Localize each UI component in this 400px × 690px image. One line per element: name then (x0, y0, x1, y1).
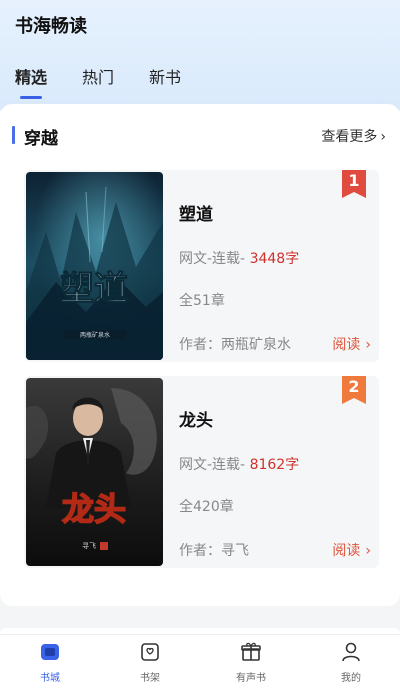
rank-number: 2 (348, 377, 360, 396)
read-label: 阅读 (332, 543, 361, 559)
bottom-nav: 书城 书架 有声书 我的 (0, 634, 400, 690)
chevron-right-icon: › (365, 543, 371, 559)
rank-number: 1 (348, 171, 360, 190)
book-word-count: 3448字 (249, 251, 300, 267)
book-category: 网文-连载- (179, 457, 246, 473)
book-card[interactable]: 龙头 寻飞 2 龙头 网文-连载- 8162字 全420章 作者：寻飞 阅读 › (24, 376, 379, 568)
book-chapters: 全51章 (179, 293, 225, 309)
tab-hot[interactable]: 热门 (82, 64, 114, 88)
read-button[interactable]: 阅读 › (332, 540, 371, 560)
view-more-label: 查看更多 (321, 129, 378, 145)
book-cover: 龙头 寻飞 (26, 378, 163, 566)
book-author: 作者：寻飞 (179, 543, 249, 559)
section-title: 穿越 (24, 129, 58, 149)
book-meta: 网文-连载- 8162字 (179, 454, 299, 474)
section-accent-bar (12, 126, 15, 144)
book-title: 塑道 (179, 205, 213, 225)
tab-new[interactable]: 新书 (149, 64, 181, 88)
chevron-right-icon: › (380, 129, 386, 145)
bookshelf-icon (139, 641, 161, 663)
nav-item-audiobook[interactable]: 有声书 (221, 641, 281, 684)
cover-author-text: 寻飞 (82, 542, 96, 550)
book-title: 龙头 (179, 411, 213, 431)
nav-label: 我的 (341, 673, 361, 684)
nav-label: 书架 (140, 673, 160, 684)
read-label: 阅读 (332, 337, 361, 353)
book-card[interactable]: 塑道 两瓶矿泉水 1 塑道 网文-连载- 3448字 全51章 作者：两瓶矿泉水… (24, 170, 379, 362)
section-card: 穿越 查看更多 › 塑道 两瓶矿泉水 1 塑道 网文-连载- 3448字 全51… (0, 104, 400, 606)
cover-title-text: 塑道 (60, 269, 128, 309)
nav-item-profile[interactable]: 我的 (321, 641, 381, 684)
chevron-right-icon: › (365, 337, 371, 353)
active-tab-indicator (20, 96, 42, 99)
app-title: 书海畅读 (15, 16, 87, 37)
nav-item-bookshelf[interactable]: 书架 (120, 641, 180, 684)
cover-author-text: 两瓶矿泉水 (80, 331, 110, 339)
tab-featured[interactable]: 精选 (15, 64, 47, 88)
view-more-link[interactable]: 查看更多 › (321, 126, 386, 146)
book-chapters: 全420章 (179, 499, 234, 515)
store-icon (39, 641, 61, 663)
read-button[interactable]: 阅读 › (332, 334, 371, 354)
gift-icon (240, 641, 262, 663)
book-meta: 网文-连载- 3448字 (179, 248, 299, 268)
book-author: 作者：两瓶矿泉水 (179, 337, 291, 353)
rank-badge: 2 (342, 376, 366, 404)
nav-label: 书城 (40, 673, 60, 684)
nav-label: 有声书 (236, 673, 266, 684)
book-category: 网文-连载- (179, 251, 246, 267)
header-area: 书海畅读 精选 热门 新书 (0, 0, 400, 110)
rank-badge: 1 (342, 170, 366, 198)
tab-bar: 精选 热门 新书 (0, 64, 400, 104)
cover-title-text: 龙头 (62, 490, 126, 528)
profile-icon (340, 641, 362, 663)
nav-item-store[interactable]: 书城 (20, 641, 80, 684)
book-cover: 塑道 两瓶矿泉水 (26, 172, 163, 360)
book-word-count: 8162字 (249, 457, 300, 473)
